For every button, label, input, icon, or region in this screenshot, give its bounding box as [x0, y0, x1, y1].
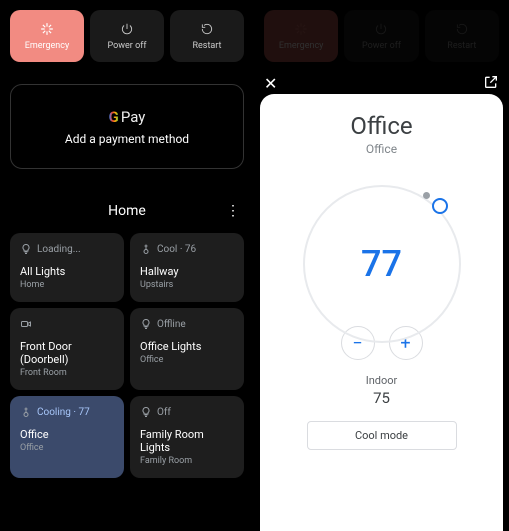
thermo-icon — [20, 406, 32, 418]
video-icon — [20, 318, 32, 330]
sheet-title: Office — [350, 112, 412, 140]
close-icon[interactable]: ✕ — [264, 74, 277, 94]
tile-name: Family Room Lights — [140, 428, 234, 454]
bulb-icon — [140, 406, 152, 418]
restart-icon — [454, 21, 470, 37]
device-tile[interactable]: Offline Office Lights Office — [130, 308, 244, 390]
mode-button[interactable]: Cool mode — [307, 421, 457, 450]
dim-power-row: Emergency Power off Restart — [254, 0, 509, 72]
poweroff-label: Power off — [108, 41, 147, 51]
tile-room: Upstairs — [140, 280, 234, 290]
device-tile[interactable]: Front Door (Doorbell) Front Room — [10, 308, 124, 390]
tile-name: Office — [20, 428, 114, 441]
tile-status: Loading... — [37, 244, 81, 255]
power-button-row: Emergency Power off Restart — [10, 10, 244, 62]
tile-name: Hallway — [140, 265, 234, 278]
tile-name: All Lights — [20, 265, 114, 278]
poweroff-button[interactable]: Power off — [90, 10, 164, 62]
restart-label: Restart — [192, 41, 221, 51]
tile-status: Off — [157, 407, 171, 418]
gpay-logo: G Pay — [109, 108, 146, 126]
home-header: Home ⋮ — [10, 203, 244, 219]
tile-room: Office — [140, 355, 234, 365]
tile-name: Office Lights — [140, 340, 234, 353]
power-menu-panel: Emergency Power off Restart G Pay Add a … — [0, 0, 254, 531]
device-tile[interactable]: Loading... All Lights Home — [10, 233, 124, 302]
home-title: Home — [108, 203, 146, 219]
device-tiles-grid: Loading... All Lights Home Cool · 76 Hallway… — [10, 233, 244, 478]
gpay-card[interactable]: G Pay Add a payment method — [10, 84, 244, 169]
dim-emergency-button: Emergency — [264, 10, 338, 62]
thermo-icon — [140, 243, 152, 255]
tile-status: Offline — [157, 319, 186, 330]
device-tile[interactable]: Off Family Room Lights Family Room — [130, 396, 244, 478]
device-tile[interactable]: Cooling · 77 Office Office — [10, 396, 124, 478]
device-tile[interactable]: Cool · 76 Hallway Upstairs — [130, 233, 244, 302]
dial-current-dot — [423, 192, 430, 199]
tile-room: Front Room — [20, 368, 114, 378]
restart-icon — [199, 21, 215, 37]
bulb-icon — [140, 318, 152, 330]
indoor-temp: 75 — [373, 389, 390, 407]
power-icon — [373, 21, 389, 37]
gpay-subtitle: Add a payment method — [21, 132, 233, 146]
tile-room: Office — [20, 443, 114, 453]
tile-name: Front Door (Doorbell) — [20, 340, 114, 366]
tile-room: Family Room — [140, 456, 234, 466]
google-g-icon: G — [109, 108, 119, 126]
dim-restart-button: Restart — [425, 10, 499, 62]
restart-button[interactable]: Restart — [170, 10, 244, 62]
setpoint-temp: 77 — [361, 243, 402, 285]
emergency-icon — [293, 21, 309, 37]
dim-poweroff-button: Power off — [344, 10, 418, 62]
emergency-icon — [39, 21, 55, 37]
tile-status: Cool · 76 — [157, 244, 196, 255]
dial-handle[interactable] — [432, 198, 448, 214]
tile-room: Home — [20, 280, 114, 290]
thermostat-panel: Emergency Power off Restart ✕ Office Off… — [254, 0, 509, 531]
emergency-label: Emergency — [25, 41, 70, 51]
tile-status: Cooling · 77 — [37, 407, 90, 418]
thermostat-sheet: Office Office 77 − + Indoor 75 Cool mode — [260, 94, 503, 531]
thermostat-dial[interactable]: 77 — [292, 174, 472, 354]
bulb-icon — [20, 243, 32, 255]
sheet-top-controls: ✕ — [254, 74, 509, 94]
emergency-button[interactable]: Emergency — [10, 10, 84, 62]
gpay-pay-text: Pay — [121, 108, 146, 126]
power-icon — [119, 21, 135, 37]
overflow-menu-icon[interactable]: ⋮ — [226, 203, 240, 219]
indoor-label: Indoor — [366, 374, 398, 387]
open-external-icon[interactable] — [483, 74, 499, 94]
sheet-subtitle: Office — [366, 142, 397, 156]
